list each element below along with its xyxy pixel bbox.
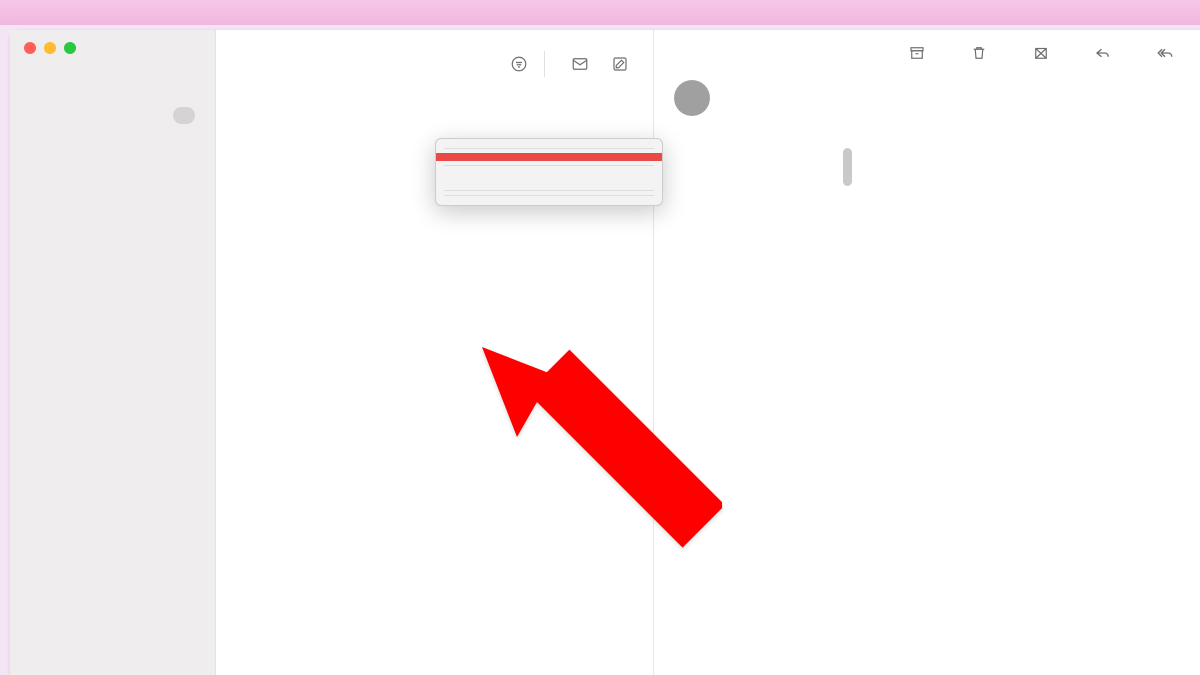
archive-icon[interactable] <box>902 40 932 66</box>
window-controls <box>24 42 76 54</box>
message-body <box>654 128 1200 194</box>
list-header <box>216 30 653 94</box>
sidebar-section-gmail <box>10 130 215 140</box>
context-separator <box>444 195 654 196</box>
sidebar-section-onmac <box>10 90 215 100</box>
sidebar-section-favourites <box>10 70 215 80</box>
context-flag-section <box>436 170 662 186</box>
trash-icon[interactable] <box>964 40 994 66</box>
context-separator <box>444 165 654 166</box>
reply-all-icon[interactable] <box>1150 40 1180 66</box>
sidebar-item-icloud-root[interactable] <box>18 101 207 129</box>
minimize-button[interactable] <box>44 42 56 54</box>
sidebar-count-badge <box>173 107 195 124</box>
close-button[interactable] <box>24 42 36 54</box>
mailbox-sidebar <box>10 30 215 675</box>
avatar <box>674 80 710 116</box>
new-mail-icon[interactable] <box>565 51 595 77</box>
junk-icon[interactable] <box>1026 40 1056 66</box>
reply-icon[interactable] <box>1088 40 1118 66</box>
compose-icon[interactable] <box>605 51 635 77</box>
reader-toolbar <box>892 40 1180 66</box>
context-separator <box>444 148 654 149</box>
message-header <box>654 58 1200 128</box>
mail-window <box>10 30 1200 675</box>
toolbar-divider <box>544 51 545 77</box>
context-separator <box>444 190 654 191</box>
system-menubar <box>0 0 1200 25</box>
context-menu <box>435 138 663 206</box>
sidebar-section-smart <box>10 80 215 90</box>
scrollbar-thumb[interactable] <box>843 148 852 186</box>
zoom-button[interactable] <box>64 42 76 54</box>
context-item-delete[interactable] <box>436 153 662 161</box>
reading-pane <box>653 30 1200 675</box>
message-list-pane <box>215 30 653 675</box>
filter-button[interactable] <box>504 51 534 77</box>
